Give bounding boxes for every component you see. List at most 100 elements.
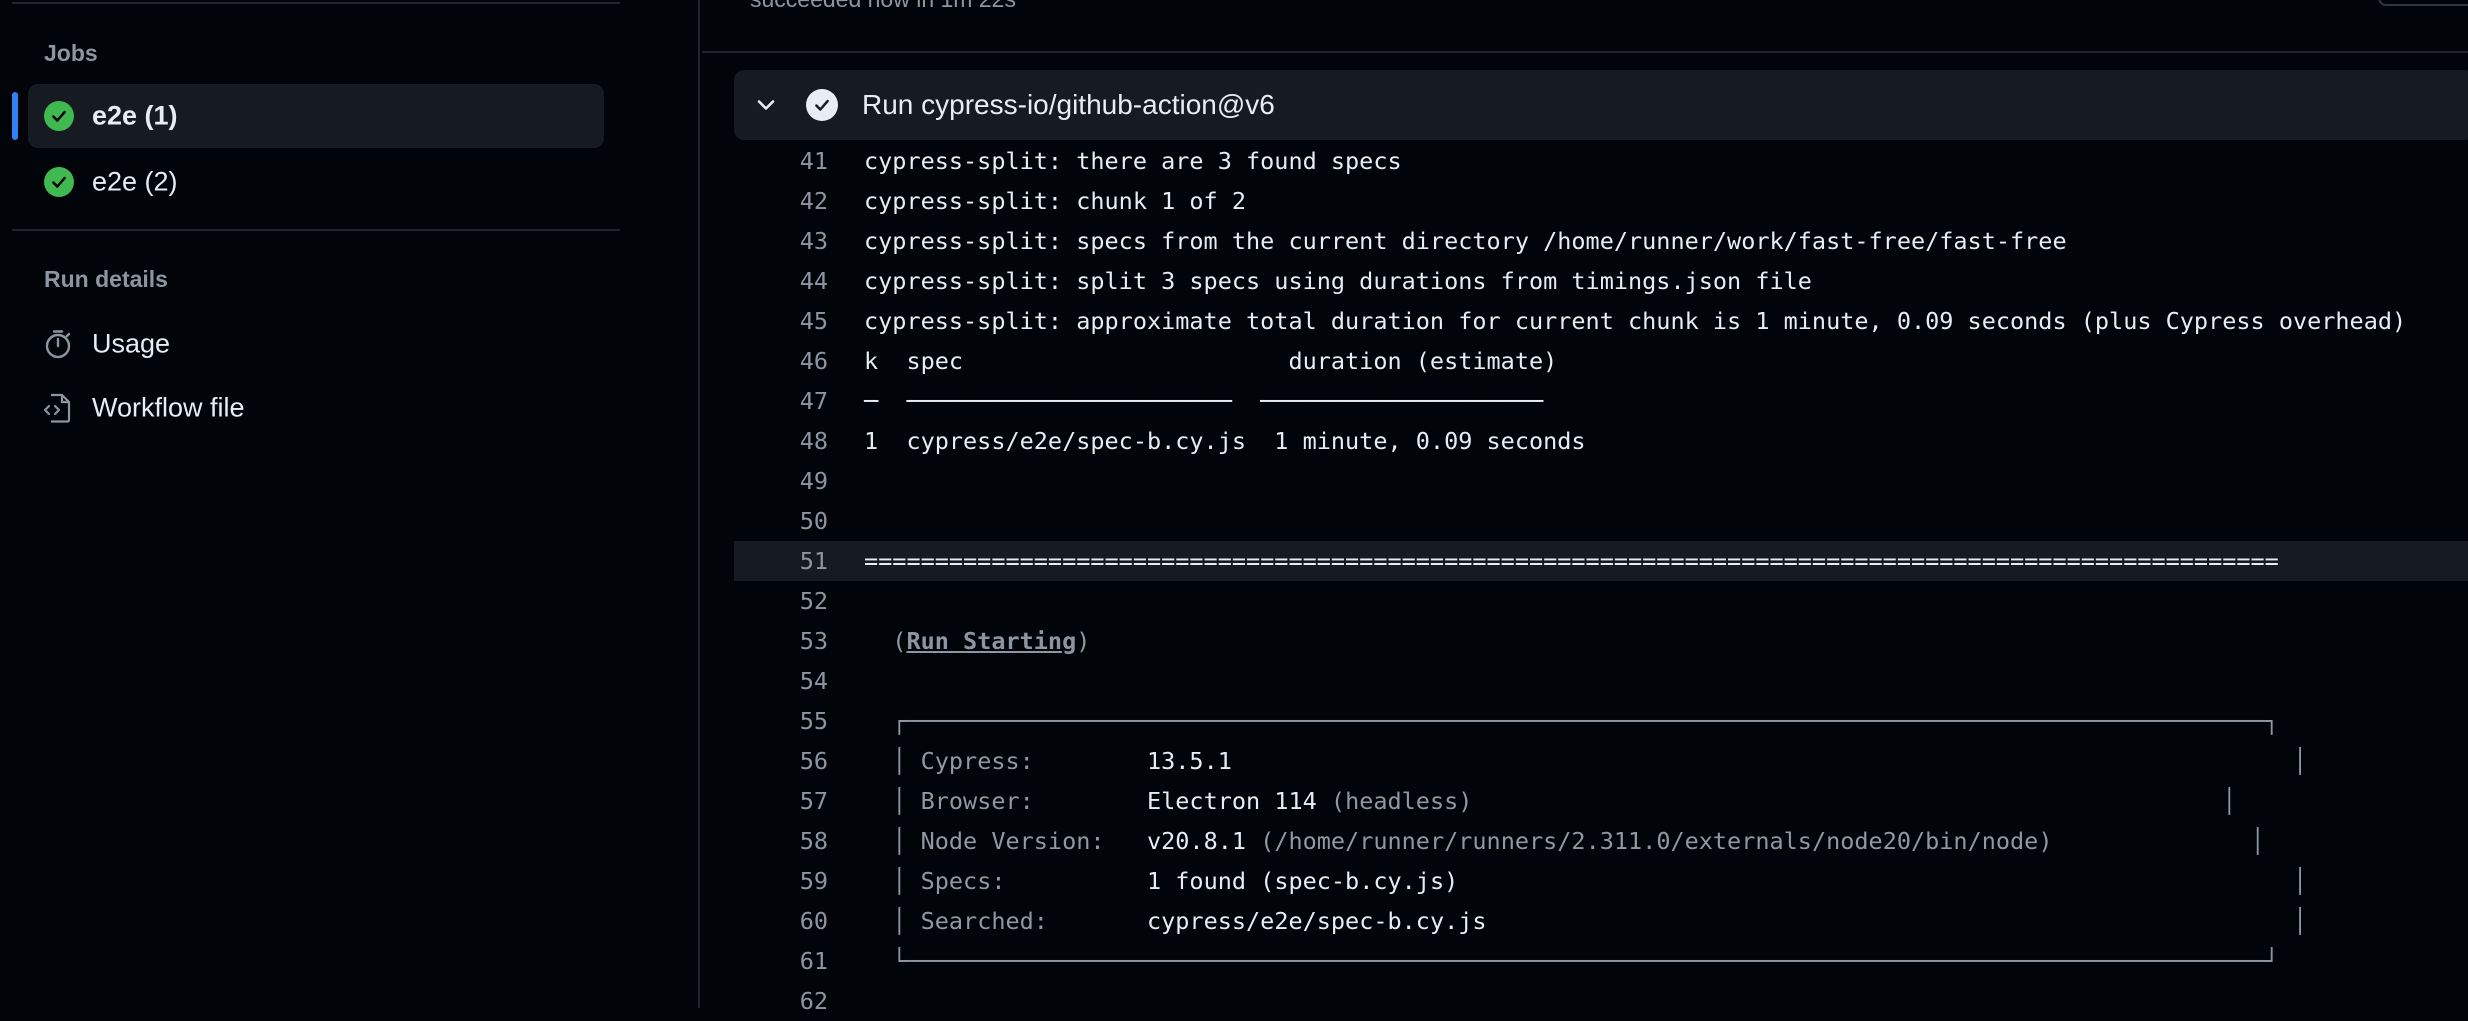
job-label: e2e (2) (92, 166, 178, 197)
line-number[interactable]: 54 (734, 661, 828, 701)
log-line: 50 (734, 501, 2468, 541)
line-number[interactable]: 51 (734, 541, 828, 581)
usage-label: Usage (92, 328, 171, 359)
line-text: cypress-split: specs from the current di… (864, 221, 2067, 261)
log-text: cypress-split: chunk 1 of 2 (864, 187, 1247, 215)
line-text: cypress-split: chunk 1 of 2 (864, 181, 1246, 221)
box-border: │ (864, 827, 907, 855)
line-text: │ Cypress: 13.5.1 │ (864, 741, 2307, 781)
sidebar-divider (12, 229, 620, 231)
box-border: ┌───────────────────────────────────────… (864, 707, 2279, 735)
line-number[interactable]: 57 (734, 781, 828, 821)
field-detail: (headless) (1330, 787, 1473, 815)
field-label: Browser: (906, 787, 1147, 815)
line-number[interactable]: 45 (734, 301, 828, 341)
line-number[interactable]: 53 (734, 621, 828, 661)
log-line: 46 k spec duration (estimate) (734, 341, 2468, 381)
box-border: │ (2293, 747, 2308, 775)
line-prefix: ( (864, 627, 907, 655)
chevron-down-icon[interactable] (754, 93, 778, 117)
jobs-heading: Jobs (44, 40, 98, 66)
log-text: ========================================… (864, 547, 2279, 575)
sidebar-top-divider (12, 2, 620, 4)
line-number[interactable]: 49 (734, 461, 828, 501)
line-text: ─ ─────────────────────── ──────────────… (864, 381, 1543, 421)
step-success-check-icon (806, 89, 838, 121)
line-text: │ Searched: cypress/e2e/spec-b.cy.js │ (864, 901, 2307, 941)
run-starting-link[interactable]: Run Starting (906, 627, 1076, 655)
line-text: cypress-split: split 3 specs using durat… (864, 261, 1812, 301)
line-text: cypress-split: there are 3 found specs (864, 141, 1402, 181)
line-number[interactable]: 42 (734, 181, 828, 221)
log-line: 44 cypress-split: split 3 specs using dur… (734, 261, 2468, 301)
box-border: │ (2250, 827, 2265, 855)
line-number[interactable]: 47 (734, 381, 828, 421)
line-text: k spec duration (estimate) (864, 341, 1557, 381)
log-toolbar-button[interactable] (2378, 0, 2468, 6)
log-line: 54 (734, 661, 2468, 701)
line-number[interactable]: 44 (734, 261, 828, 301)
job-label: e2e (1) (92, 100, 178, 131)
log-line: 62 (734, 981, 2468, 1021)
file-code-icon (42, 392, 74, 424)
line-number[interactable]: 41 (734, 141, 828, 181)
field-label: Node Version: (906, 827, 1147, 855)
field-value: Electron 114 (1146, 787, 1331, 815)
line-text: (Run Starting) (864, 621, 1090, 661)
workflow-file-label: Workflow file (92, 392, 245, 423)
line-number[interactable]: 48 (734, 421, 828, 461)
box-border: │ (864, 747, 907, 775)
line-number[interactable]: 58 (734, 821, 828, 861)
box-border: │ (2293, 867, 2308, 895)
sidebar-job-e2e-2[interactable]: e2e (2) (28, 150, 604, 214)
job-status-text: succeeded now in 1m 22s (750, 0, 1016, 13)
sidebar-item-workflow-file[interactable]: Workflow file (28, 380, 604, 436)
line-number[interactable]: 52 (734, 581, 828, 621)
log-line: 55 ┌────────────────────────────────────… (734, 701, 2468, 741)
log-line: 41 cypress-split: there are 3 found specs (734, 141, 2468, 181)
log-line: 48 1 cypress/e2e/spec-b.cy.js 1 minute, 0… (734, 421, 2468, 461)
header-divider (702, 51, 2468, 53)
log-text: cypress-split: there are 3 found specs (864, 147, 1402, 175)
log-output: 41 cypress-split: there are 3 found specs… (734, 141, 2468, 1021)
stopwatch-icon (42, 328, 74, 360)
step-title: Run cypress-io/github-action@v6 (862, 89, 1275, 120)
log-text: k spec duration (estimate) (864, 347, 1558, 375)
log-text: cypress-split: split 3 specs using durat… (864, 267, 1812, 295)
log-line: 43 cypress-split: specs from the current … (734, 221, 2468, 261)
sidebar-job-e2e-1[interactable]: e2e (1) (12, 84, 604, 148)
job-log-panel: succeeded now in 1m 22s Run cypress-io/g… (702, 0, 2468, 1015)
log-line: 45 cypress-split: approximate total durat… (734, 301, 2468, 341)
line-text: └───────────────────────────────────────… (864, 941, 2279, 981)
step-header-run-cypress[interactable]: Run cypress-io/github-action@v6 (734, 70, 2468, 140)
sidebar-item-usage[interactable]: Usage (28, 316, 604, 372)
line-number[interactable]: 43 (734, 221, 828, 261)
box-border: │ (2222, 787, 2237, 815)
field-detail: (/home/runner/runners/2.311.0/externals/… (1260, 827, 2053, 855)
field-value: 1 found (spec-b.cy.js) (1146, 867, 1459, 895)
line-number[interactable]: 46 (734, 341, 828, 381)
log-line: 49 (734, 461, 2468, 501)
line-number[interactable]: 50 (734, 501, 828, 541)
log-line: 61 └────────────────────────────────────… (734, 941, 2468, 981)
log-text: 1 cypress/e2e/spec-b.cy.js 1 minute, 0.0… (864, 427, 1586, 455)
line-suffix: ) (1076, 627, 1091, 655)
field-label: Specs: (906, 867, 1147, 895)
log-line: 52 (734, 581, 2468, 621)
line-number[interactable]: 59 (734, 861, 828, 901)
line-text: 1 cypress/e2e/spec-b.cy.js 1 minute, 0.0… (864, 421, 1586, 461)
box-border: │ (864, 867, 907, 895)
line-text: │ Browser: Electron 114 (headless) │ (864, 781, 2236, 821)
line-text: ========================================… (864, 541, 2279, 581)
success-check-icon (44, 101, 74, 131)
sidebar: Jobs e2e (1) e2e (2) Run details Usage W… (0, 0, 700, 1008)
log-line: 47 ─ ─────────────────────── ────────────… (734, 381, 2468, 421)
log-line: 56 │ Cypress: 13.5.1 │ (734, 741, 2468, 781)
box-border: │ (864, 787, 907, 815)
line-number[interactable]: 55 (734, 701, 828, 741)
line-number[interactable]: 60 (734, 901, 828, 941)
box-border: └───────────────────────────────────────… (864, 947, 2279, 975)
line-number[interactable]: 56 (734, 741, 828, 781)
line-number[interactable]: 62 (734, 981, 828, 1021)
line-number[interactable]: 61 (734, 941, 828, 981)
